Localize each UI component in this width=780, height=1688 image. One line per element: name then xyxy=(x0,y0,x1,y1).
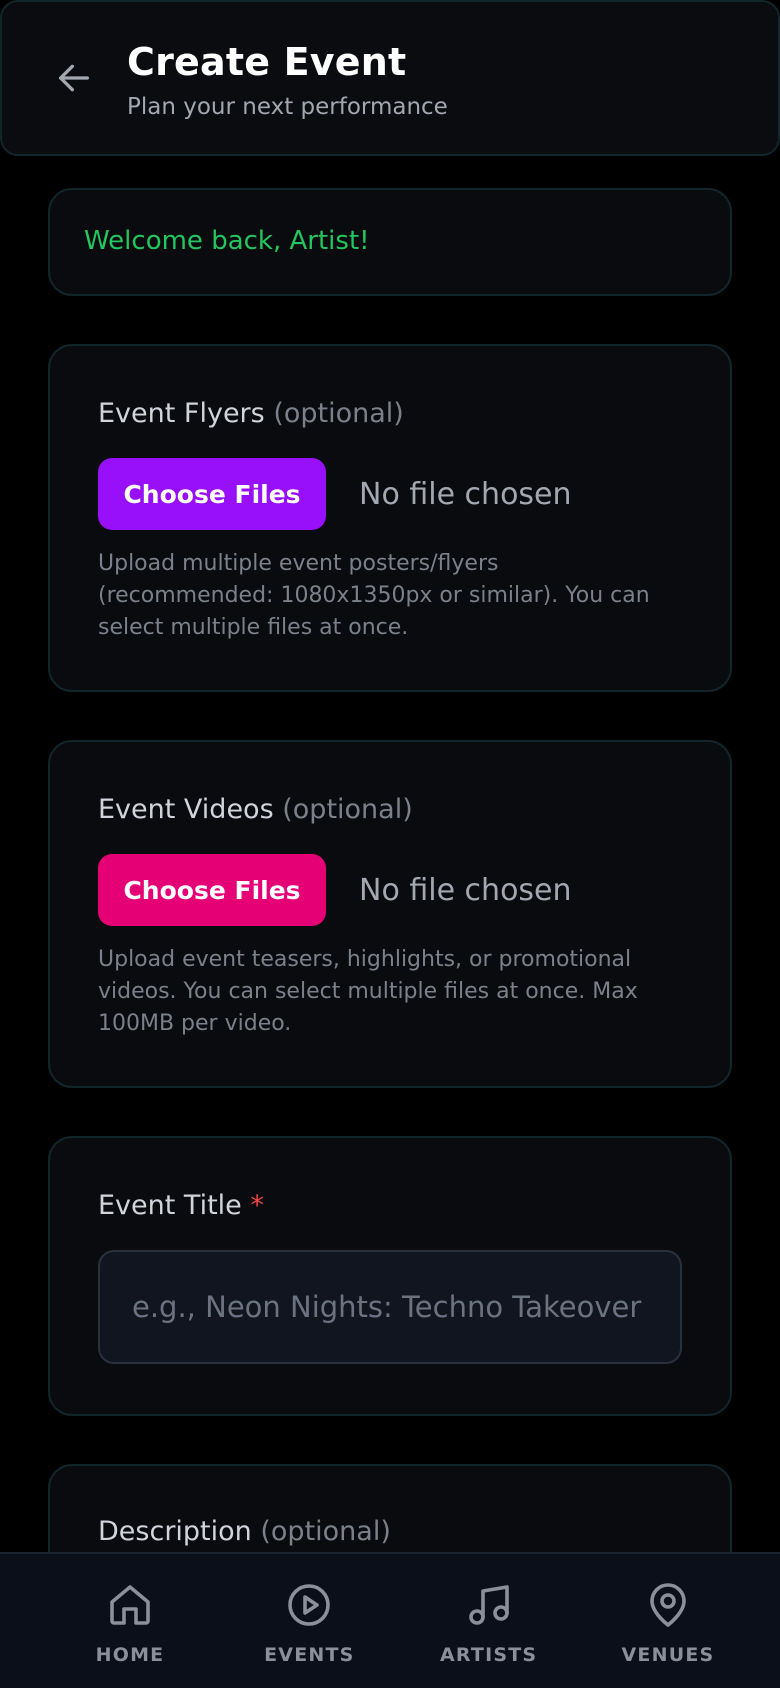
bottom-navigation: HOME EVENTS ARTISTS VENUES xyxy=(0,1552,780,1688)
create-event-page: Create Event Plan your next performance … xyxy=(0,0,780,1688)
event-title-label-text: Event Title xyxy=(98,1190,242,1221)
nav-events[interactable]: EVENTS xyxy=(239,1554,379,1688)
videos-hint: Upload event teasers, highlights, or pro… xyxy=(98,947,638,1036)
nav-venues-label: VENUES xyxy=(621,1644,715,1666)
nav-events-label: EVENTS xyxy=(264,1644,355,1666)
event-title-card: Event Title * xyxy=(48,1136,732,1416)
required-marker: * xyxy=(250,1190,264,1221)
home-icon xyxy=(110,1585,150,1625)
choose-flyers-button[interactable]: Choose Files xyxy=(98,458,326,530)
event-flyers-label: Event Flyers (optional) xyxy=(98,398,404,429)
arrow-left-icon xyxy=(59,64,90,92)
event-videos-label: Event Videos (optional) xyxy=(98,794,413,825)
page-title: Create Event xyxy=(127,40,407,84)
flyers-hint: Upload multiple event posters/flyers (re… xyxy=(98,551,650,640)
videos-file-picker: Choose Files No file chosen xyxy=(98,854,572,926)
event-title-label: Event Title * xyxy=(98,1190,264,1221)
nav-artists[interactable]: ARTISTS xyxy=(419,1554,559,1688)
event-flyers-label-text: Event Flyers xyxy=(98,398,265,429)
welcome-card: Welcome back, Artist! xyxy=(48,188,732,296)
nav-home[interactable]: HOME xyxy=(60,1554,200,1688)
description-label-text: Description xyxy=(98,1516,252,1547)
play-circle-icon xyxy=(288,1584,331,1626)
map-pin-icon xyxy=(650,1583,686,1627)
optional-tag: (optional) xyxy=(260,1516,391,1547)
event-title-input[interactable] xyxy=(98,1250,682,1364)
choose-videos-button[interactable]: Choose Files xyxy=(98,854,326,926)
music-note-icon xyxy=(468,1585,509,1625)
welcome-message: Welcome back, Artist! xyxy=(84,226,370,256)
back-button[interactable] xyxy=(48,52,100,104)
page-header: Create Event Plan your next performance xyxy=(0,0,780,156)
optional-tag: (optional) xyxy=(273,398,404,429)
nav-venues[interactable]: VENUES xyxy=(598,1554,738,1688)
page-subtitle: Plan your next performance xyxy=(127,94,448,120)
description-label: Description (optional) xyxy=(98,1516,391,1547)
videos-file-status: No file chosen xyxy=(359,872,572,908)
nav-artists-label: ARTISTS xyxy=(440,1644,538,1666)
flyers-file-picker: Choose Files No file chosen xyxy=(98,458,572,530)
event-videos-label-text: Event Videos xyxy=(98,794,274,825)
event-flyers-card: Event Flyers (optional) Choose Files No … xyxy=(48,344,732,692)
nav-home-label: HOME xyxy=(95,1644,165,1666)
header-titles: Create Event Plan your next performance xyxy=(127,40,448,120)
flyers-file-status: No file chosen xyxy=(359,476,572,512)
event-videos-card: Event Videos (optional) Choose Files No … xyxy=(48,740,732,1088)
optional-tag: (optional) xyxy=(282,794,413,825)
